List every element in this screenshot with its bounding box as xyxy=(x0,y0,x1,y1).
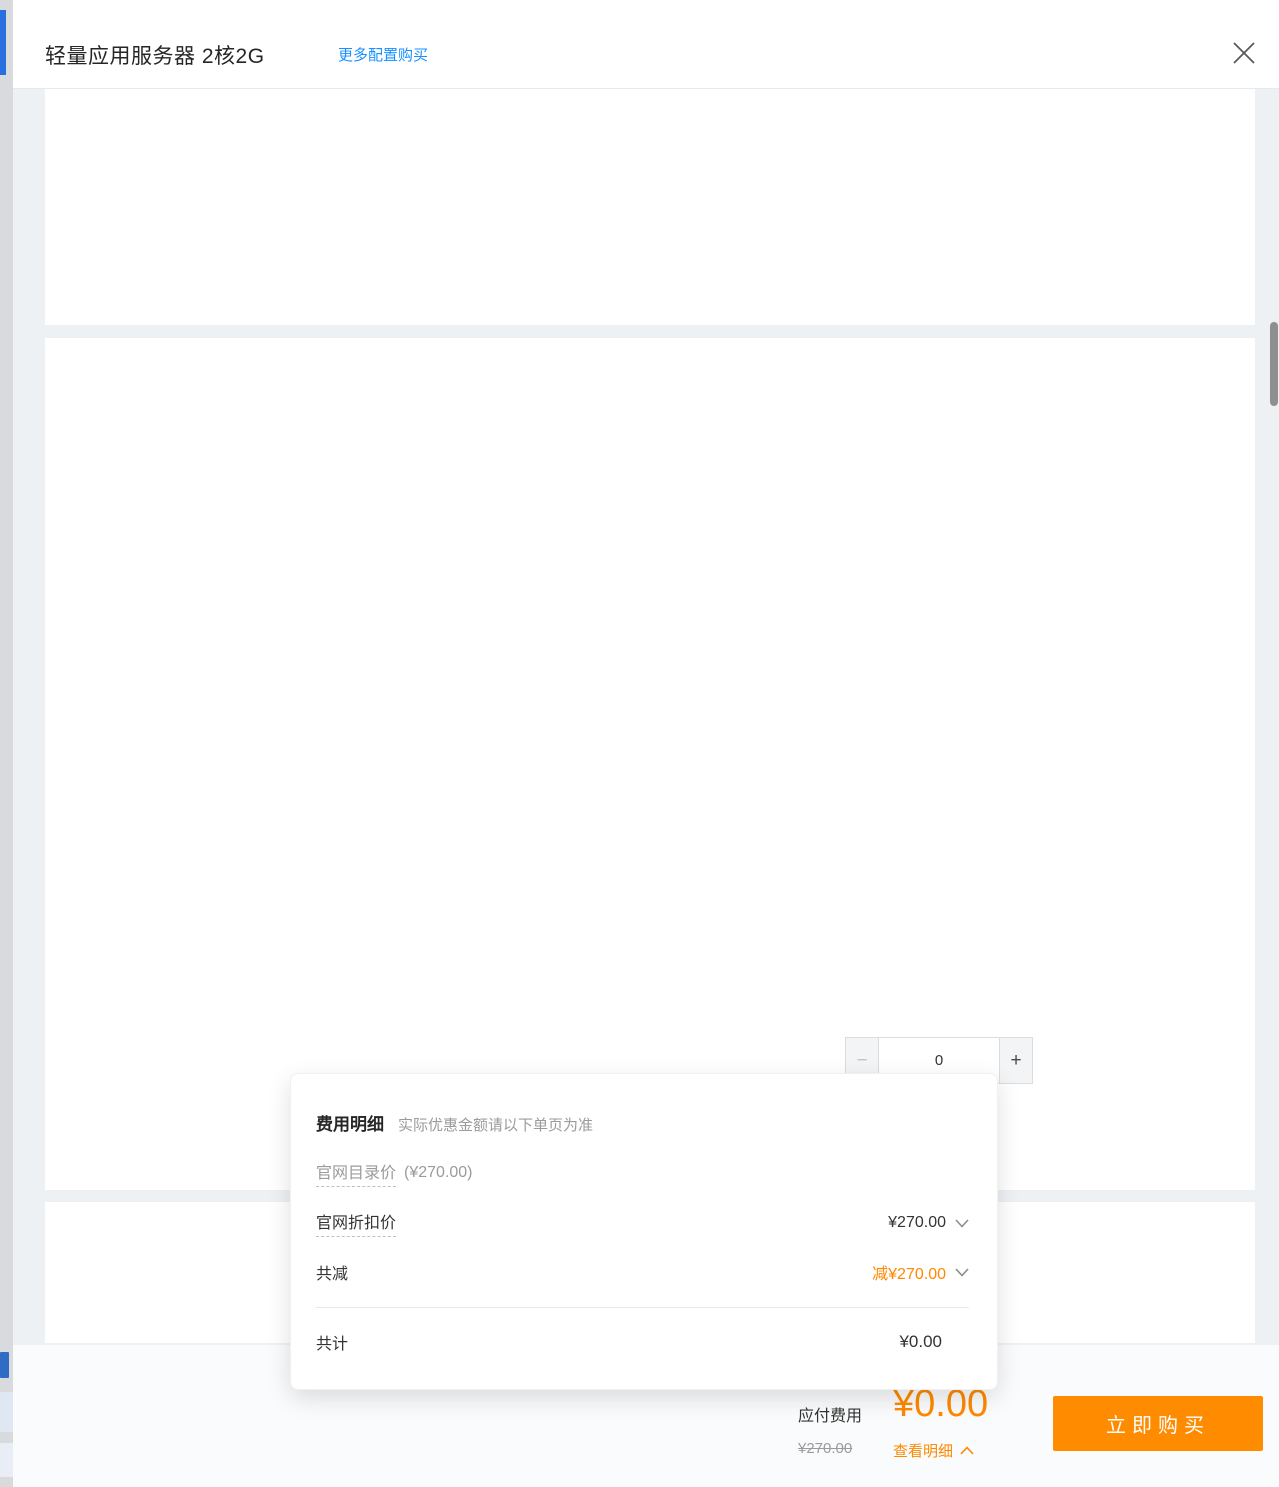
fee-popup-title: 费用明细 xyxy=(316,1110,384,1135)
buy-now-button[interactable]: 立即购买 xyxy=(1053,1396,1263,1451)
close-icon[interactable] xyxy=(1231,40,1257,66)
underlying-row-band xyxy=(0,1443,13,1477)
scrollbar-thumb[interactable] xyxy=(1270,322,1278,406)
discount-price-value: ¥270.00 xyxy=(888,1214,946,1232)
fee-row-list-price: 官网目录价 (¥270.00) xyxy=(316,1159,969,1187)
discount-price-label: 官网折扣价 xyxy=(316,1209,396,1237)
payable-label: 应付费用 xyxy=(798,1402,862,1426)
view-detail-link[interactable]: 查看明细 xyxy=(893,1440,974,1461)
reduction-label: 共减 xyxy=(316,1260,348,1284)
underlying-blue-bar xyxy=(0,10,6,75)
stepper-plus-button[interactable]: + xyxy=(999,1037,1033,1084)
underlying-row-band xyxy=(0,1392,13,1432)
chevron-down-icon[interactable] xyxy=(955,1219,969,1228)
dialog-title: 轻量应用服务器 2核2G xyxy=(45,40,265,70)
os-section xyxy=(45,88,1255,325)
plan-section xyxy=(45,338,1255,1190)
fee-row-total: 共计 ¥0.00 xyxy=(316,1330,969,1354)
chevron-down-icon[interactable] xyxy=(955,1268,969,1277)
underlying-page-edge xyxy=(0,0,13,1487)
underlying-blue-fragment xyxy=(0,1352,9,1378)
fee-row-reduction: 共减 减¥270.00 xyxy=(316,1260,969,1284)
fee-row-discount-price: 官网折扣价 ¥270.00 xyxy=(316,1209,969,1237)
list-price-value: (¥270.00) xyxy=(404,1164,473,1182)
more-config-link[interactable]: 更多配置购买 xyxy=(338,44,428,65)
original-price-strikethrough: ¥270.00 xyxy=(798,1440,852,1457)
dialog-header: 轻量应用服务器 2核2G 更多配置购买 xyxy=(13,0,1279,89)
total-label: 共计 xyxy=(316,1330,348,1354)
total-value: ¥0.00 xyxy=(899,1332,942,1352)
reduction-value: 减¥270.00 xyxy=(872,1260,946,1284)
purchase-dialog: 12.10 8.2 34 CentOS Stream Rocky Linux xyxy=(0,0,1279,1487)
fee-detail-popup: 费用明细 实际优惠金额请以下单页为准 官网目录价 (¥270.00) 官网折扣价… xyxy=(290,1073,998,1390)
fee-divider xyxy=(316,1307,969,1308)
fee-popup-subtitle: 实际优惠金额请以下单页为准 xyxy=(398,1114,593,1135)
list-price-label: 官网目录价 xyxy=(316,1159,396,1187)
chevron-up-icon xyxy=(960,1446,974,1455)
